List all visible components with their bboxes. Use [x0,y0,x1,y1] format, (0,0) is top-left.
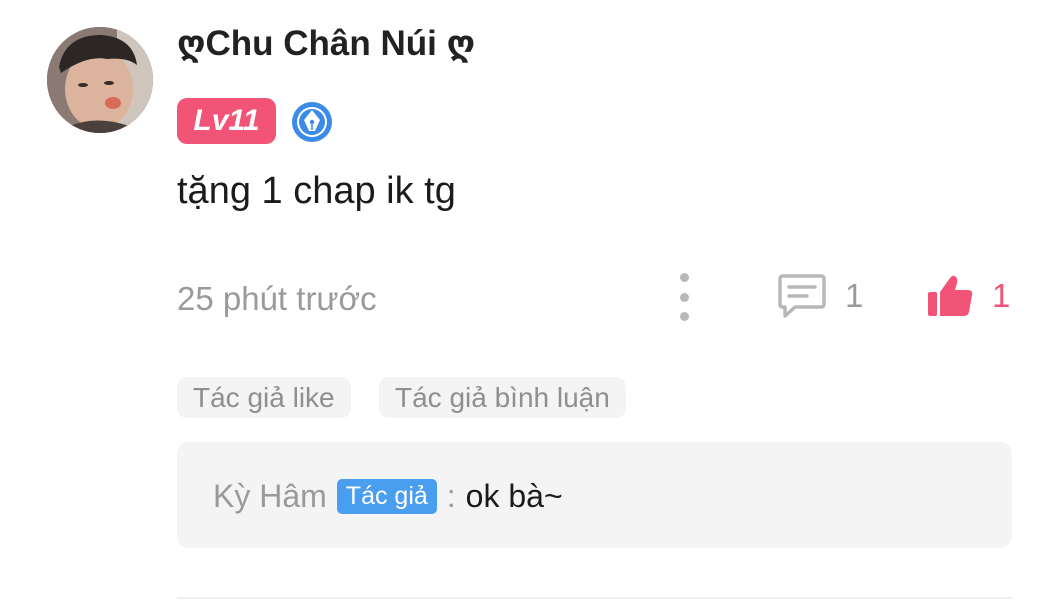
more-options-button[interactable] [670,273,698,321]
pen-nib-icon [292,102,332,142]
avatar[interactable] [47,27,153,133]
like-count: 1 [992,277,1011,314]
avatar-image [47,27,153,133]
thumbs-up-icon [928,275,973,316]
divider [177,597,1012,599]
author-commented-tag: Tác giả bình luận [379,377,626,418]
comment-timestamp: 25 phút trước [177,280,377,317]
reply-count: 1 [845,277,864,314]
comment-icon [778,274,826,318]
more-vertical-icon [679,273,689,282]
reply-separator: : [446,478,456,514]
level-badge: Lv11 [177,98,276,144]
author-reply[interactable]: Kỳ Hâm Tác giả : ok bà~ [177,442,1012,548]
comment-text: tặng 1 chap ik tg [177,170,456,212]
like-button[interactable]: 1 [926,272,1010,320]
author-liked-tag: Tác giả like [177,377,351,418]
reply-line: Kỳ Hâm Tác giả : ok bà~ [213,478,563,515]
author-badge: Tác giả [336,479,437,514]
reply-button[interactable]: 1 [777,272,863,320]
reply-author-name[interactable]: Kỳ Hâm [213,478,327,515]
username[interactable]: ღChu Chân Núi ღ [177,24,475,64]
reply-text: ok bà~ [465,478,563,514]
